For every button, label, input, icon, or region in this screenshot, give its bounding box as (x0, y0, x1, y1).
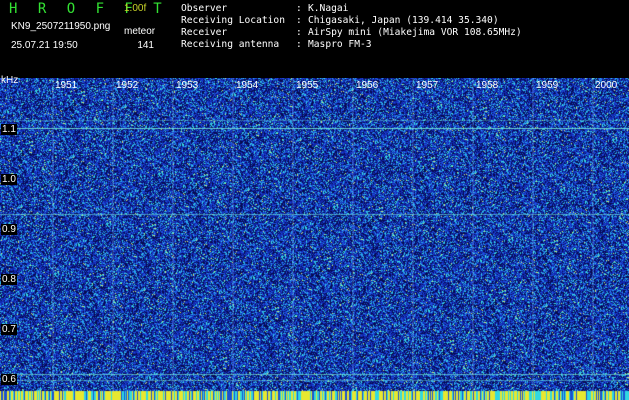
time-tick-label: 1958 (476, 80, 499, 91)
info-key: Receiving Location (181, 15, 285, 26)
meteor-count: 141 (137, 40, 154, 51)
header-panel: H R O F F T 1.00f KN9_2507211950.png 25.… (0, 0, 629, 78)
time-tick-label: 1951 (55, 80, 78, 91)
y-tick-label: 0.9 (1, 224, 17, 235)
info-row-observer: Observer: K.Nagai (181, 3, 349, 14)
spectrogram-plot (0, 78, 629, 400)
y-tick-label: 1.1 (1, 124, 17, 135)
info-key: Receiver (181, 27, 228, 38)
info-value: Chigasaki, Japan (139.414 35.340) (308, 15, 499, 26)
y-tick-label: 1.0 (1, 174, 17, 185)
time-tick-label: 1959 (536, 80, 559, 91)
info-row-antenna: Receiving antenna: Maspro FM-3 (181, 39, 372, 50)
y-tick-label: 0.7 (1, 324, 17, 335)
info-key: Receiving antenna (181, 39, 280, 50)
version-label: 1.00f (124, 3, 147, 14)
info-row-receiver: Receiver: AirSpy mini (Miakejima VOR 108.… (181, 27, 522, 38)
time-tick-label: 1957 (416, 80, 439, 91)
y-tick-label: 0.8 (1, 274, 17, 285)
meteor-label: meteor (124, 26, 156, 37)
time-tick-label: 2000 (595, 80, 618, 91)
info-value: Maspro FM-3 (308, 39, 372, 50)
y-tick-label: 0.6 (1, 374, 17, 385)
time-tick-label: 1955 (296, 80, 319, 91)
file-name: KN9_2507211950.png (11, 21, 111, 32)
time-tick-label: 1952 (116, 80, 139, 91)
y-axis-unit: kHz (1, 75, 19, 86)
info-value: K.Nagai (308, 3, 349, 14)
info-key: Observer (181, 3, 228, 14)
time-tick-label: 1953 (176, 80, 199, 91)
timestamp: 25.07.21 19:50 (11, 40, 78, 51)
info-value: AirSpy mini (Miakejima VOR 108.65MHz) (308, 27, 522, 38)
time-tick-label: 1954 (236, 80, 259, 91)
info-row-location: Receiving Location: Chigasaki, Japan (139… (181, 15, 499, 26)
time-tick-label: 1956 (356, 80, 379, 91)
spectrogram-overlay (52, 78, 594, 392)
